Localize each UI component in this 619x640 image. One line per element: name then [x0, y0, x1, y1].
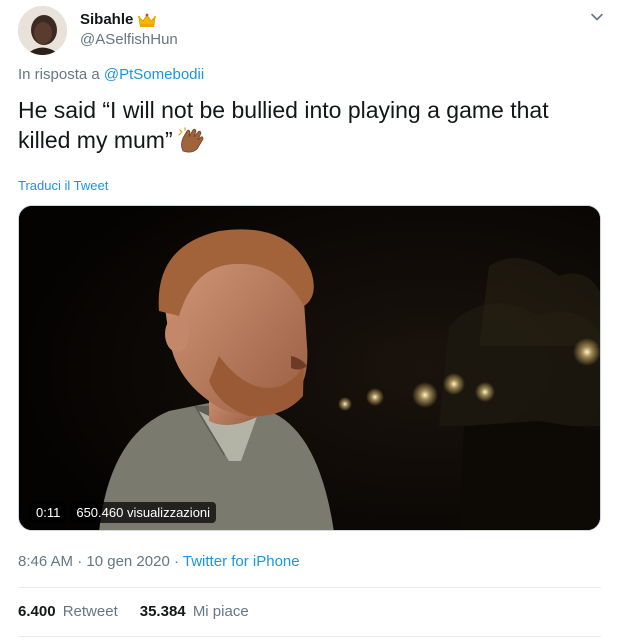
video-view-count: 650.460 visualizzazioni [70, 502, 217, 523]
reply-prefix: In risposta a [18, 66, 100, 83]
name-row: Sibahle [80, 11, 157, 28]
tweet-header: Sibahle @ASelfishHun [18, 6, 608, 56]
retweets-count: 6.400 [18, 603, 56, 620]
likes-label: Mi piace [192, 603, 249, 620]
likes-count: 35.384 [139, 603, 186, 620]
tweet-text: He said “I will not be bullied into play… [18, 95, 598, 155]
meta-separator-2: · [173, 553, 179, 570]
engagement-stats: 6.400 Retweet 35.384 Mi piace [18, 603, 249, 620]
tweet-metadata: 8:46 AM · 10 gen 2020 · Twitter for iPho… [18, 553, 300, 570]
tweet-time[interactable]: 8:46 AM [18, 553, 73, 570]
retweets-stat[interactable]: 6.400 Retweet [18, 603, 118, 620]
retweets-label: Retweet [62, 603, 118, 620]
video-duration: 0:11 [30, 502, 67, 523]
tweet-body: He said “I will not be bullied into play… [18, 97, 549, 153]
clapping-hands-emoji-icon [177, 127, 207, 155]
video-player[interactable]: 0:11 650.460 visualizzazioni [18, 205, 601, 531]
divider-bottom [18, 636, 601, 637]
likes-stat[interactable]: 35.384 Mi piace [140, 603, 249, 620]
tweet-date[interactable]: 10 gen 2020 [86, 553, 169, 570]
avatar[interactable] [18, 6, 67, 55]
meta-separator: · [77, 553, 83, 570]
crown-emoji-icon [137, 12, 157, 28]
display-name[interactable]: Sibahle [80, 11, 133, 28]
video-overlay-badges: 0:11 650.460 visualizzazioni [30, 502, 217, 523]
translate-tweet-link[interactable]: Traduci il Tweet [18, 178, 108, 193]
reply-context: In risposta a @PtSomebodii [18, 66, 204, 83]
tweet-source-link[interactable]: Twitter for iPhone [183, 553, 300, 570]
user-handle[interactable]: @ASelfishHun [80, 31, 178, 48]
chevron-down-icon[interactable] [590, 10, 604, 24]
video-thumbnail [19, 206, 600, 530]
divider-top [18, 587, 601, 588]
reply-mention-link[interactable]: @PtSomebodii [104, 66, 204, 83]
